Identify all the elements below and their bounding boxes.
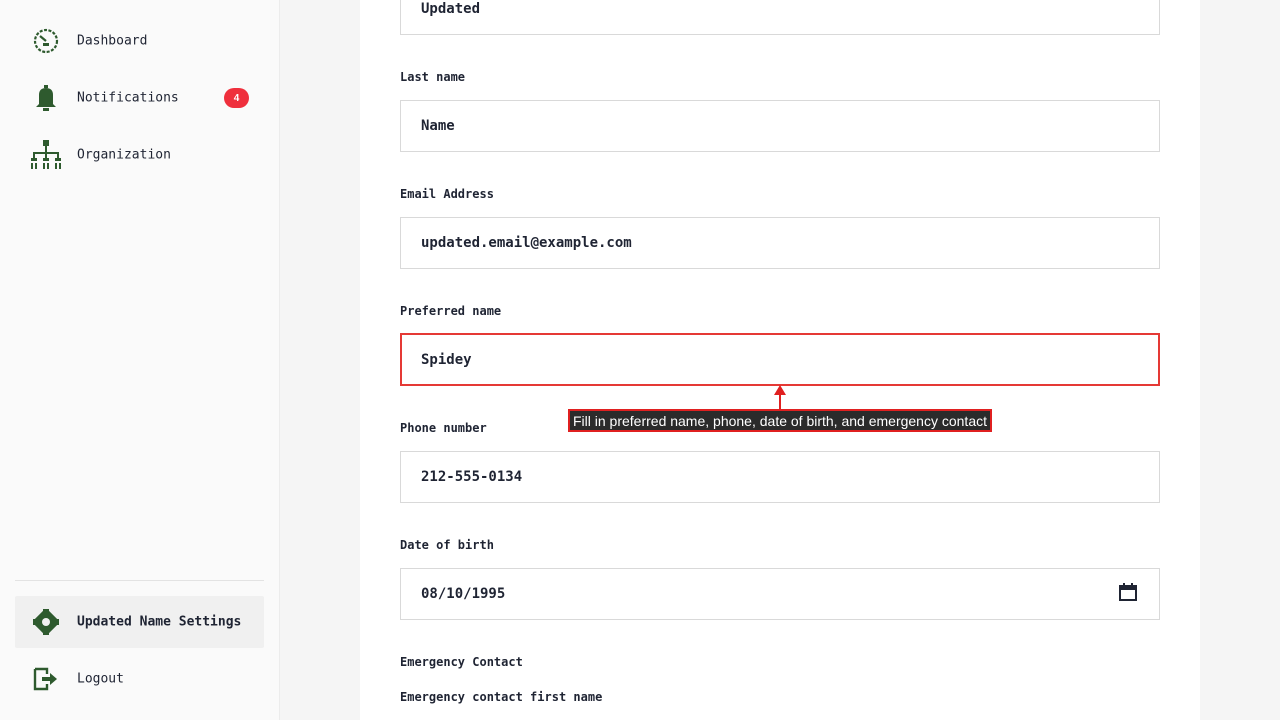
emergency-contact-heading: Emergency Contact xyxy=(400,655,523,669)
gear-icon xyxy=(29,605,63,639)
notification-count-badge: 4 xyxy=(224,88,249,108)
first-name-value: Updated xyxy=(421,1,481,17)
logout-icon xyxy=(29,662,63,696)
tooltip-arrow-icon xyxy=(774,385,786,409)
sidebar-item-label: Notifications xyxy=(77,90,179,106)
sidebar-item-label: Logout xyxy=(77,671,124,687)
sidebar-divider xyxy=(15,580,264,581)
sidebar-item-logout[interactable]: Logout xyxy=(15,653,264,705)
dob-value: 08/10/1995 xyxy=(421,586,506,602)
preferred-name-input[interactable]: Spidey xyxy=(400,333,1160,386)
org-chart-icon xyxy=(29,138,63,172)
instruction-tooltip: Fill in preferred name, phone, date of b… xyxy=(568,409,992,432)
sidebar-item-dashboard[interactable]: Dashboard xyxy=(15,15,264,67)
dob-input[interactable]: 08/10/1995 xyxy=(400,568,1160,620)
sidebar-item-settings[interactable]: Updated Name Settings xyxy=(15,596,264,648)
bell-icon xyxy=(29,81,63,115)
phone-value: 212-555-0134 xyxy=(421,469,523,485)
preferred-name-label: Preferred name xyxy=(400,304,502,318)
sidebar-item-label: Organization xyxy=(77,147,171,163)
dashboard-icon xyxy=(29,24,63,58)
calendar-icon[interactable] xyxy=(1119,583,1137,605)
preferred-name-value: Spidey xyxy=(421,351,472,368)
sidebar-item-label: Updated Name Settings xyxy=(77,614,242,630)
email-label: Email Address xyxy=(400,187,494,201)
sidebar-item-label: Dashboard xyxy=(77,33,148,49)
sidebar: Dashboard Notifications 4 Organization U… xyxy=(0,0,280,720)
phone-input[interactable]: 212-555-0134 xyxy=(400,451,1160,503)
phone-label: Phone number xyxy=(400,421,487,435)
last-name-value: Name xyxy=(421,118,455,134)
email-value: updated.email@example.com xyxy=(421,235,632,251)
dob-label: Date of birth xyxy=(400,538,494,552)
last-name-input[interactable]: Name xyxy=(400,100,1160,152)
last-name-label: Last name xyxy=(400,70,466,84)
emergency-first-name-label: Emergency contact first name xyxy=(400,690,603,704)
sidebar-item-organization[interactable]: Organization xyxy=(15,129,264,181)
first-name-input[interactable]: Updated xyxy=(400,0,1160,35)
sidebar-item-notifications[interactable]: Notifications 4 xyxy=(15,72,264,124)
email-input[interactable]: updated.email@example.com xyxy=(400,217,1160,269)
